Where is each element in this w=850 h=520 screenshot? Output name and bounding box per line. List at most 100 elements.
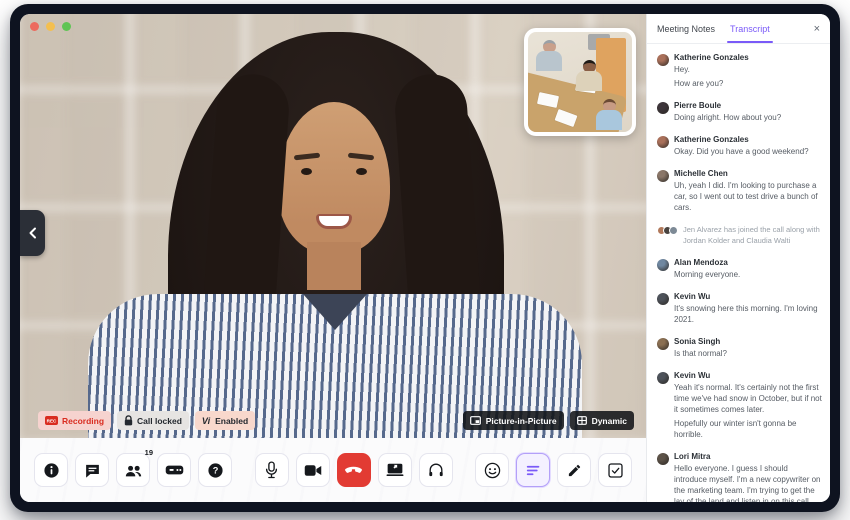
rec-icon: REC [45,416,58,425]
message-text: Uh, yeah I did. I'm looking to purchase … [674,180,822,213]
transcript-message: Sonia SinghIs that normal? [657,337,822,362]
badge-label: Enabled [215,416,248,426]
badge-label: Call locked [137,416,182,426]
dynamic-layout-button[interactable]: Dynamic [570,411,634,430]
tasks-icon [608,463,623,478]
avatar [657,54,669,66]
message-body: Jen Alvarez has joined the call along wi… [683,225,822,249]
mic-icon [264,461,279,479]
remote-icon [165,464,184,476]
message-body: Kevin Wu It's snowing here this morning. … [674,292,822,328]
screen-share-button[interactable] [378,453,412,487]
transcript-messages[interactable]: Katherine Gonzales Hey. How are you? Pierre… [647,44,830,502]
message-text: Doing alright. How about you? [674,112,822,123]
speaker-name: Katherine Gonzales [674,135,822,144]
app-window: REC Recording Call locked Vi Enabled [10,4,840,512]
collapse-panel-tab[interactable] [20,210,45,256]
camera-icon [304,464,322,477]
tasks-button[interactable] [598,453,632,487]
avatar [657,338,669,350]
main-video: REC Recording Call locked Vi Enabled [20,14,646,438]
edit-button[interactable] [557,453,591,487]
participants-button[interactable]: 19 [116,453,150,487]
info-button[interactable] [34,453,68,487]
message-text: How are you? [674,78,822,89]
emoji-button[interactable] [475,453,509,487]
speaker-name: Lori Mitra [674,452,822,461]
vi-logo: Vi [202,416,210,426]
remote-control-button[interactable] [157,453,191,487]
hangup-button[interactable] [337,453,371,487]
info-icon [43,462,60,479]
lock-icon [124,415,133,426]
tab-meeting-notes[interactable]: Meeting Notes [657,14,715,43]
view-controls: Picture-in-Picture Dynamic [463,411,634,430]
vi-enabled-badge: Vi Enabled [195,411,255,430]
window-controls [30,22,71,31]
message-body: Kevin WuYeah it's normal. It's certainly… [674,371,822,443]
recording-badge: REC Recording [38,411,111,430]
message-body: Alan MendozaMorning everyone. [674,258,822,283]
message-body: Sonia SinghIs that normal? [674,337,822,362]
close-window-button[interactable] [30,22,39,31]
help-button[interactable]: ? [198,453,232,487]
close-panel-button[interactable]: × [814,14,820,43]
picture-in-picture-button[interactable]: Picture-in-Picture [463,411,564,430]
camera-button[interactable] [296,453,330,487]
close-icon: × [814,23,820,35]
speaker-name: Kevin Wu [674,371,822,380]
view-button-label: Picture-in-Picture [486,416,557,426]
pip-participant [576,60,602,91]
transcript-message: Katherine Gonzales Hey. How are you? [657,53,822,92]
panel-tabs: Meeting Notes Transcript × [647,14,830,44]
avatar [669,226,678,235]
transcript-icon [526,465,541,476]
pip-thumbnail[interactable] [524,28,636,136]
edit-icon [567,463,582,478]
transcript-message: Michelle ChenUh, yeah I did. I'm looking… [657,169,822,216]
chat-button[interactable] [75,453,109,487]
badge-label: Recording [62,416,104,426]
call-column: REC Recording Call locked Vi Enabled [20,14,646,502]
minimize-window-button[interactable] [46,22,55,31]
participants-count: 19 [145,448,153,457]
speaker-name: Alan Mendoza [674,258,822,267]
microphone-button[interactable] [255,453,289,487]
transcript-message: Katherine GonzalesOkay. Did you have a g… [657,135,822,160]
svg-text:REC: REC [47,419,57,424]
maximize-window-button[interactable] [62,22,71,31]
hangup-icon [344,466,363,475]
speaker-neck [307,242,361,290]
toolbar-left-group: 19 ? [34,453,232,487]
screen-share-icon [386,463,404,477]
speaker-name: Pierre Boule [674,101,822,110]
message-body: Lori MitraHello everyone. I guess I shou… [674,452,822,502]
tab-transcript[interactable]: Transcript [730,14,770,43]
view-button-label: Dynamic [592,416,627,426]
message-body: Katherine Gonzales Hey. How are you? [674,53,822,92]
message-text: It's snowing here this morning. I'm lovi… [674,303,822,325]
svg-text:?: ? [212,465,218,475]
headphones-icon [428,462,444,478]
help-icon: ? [207,462,224,479]
transcript-button[interactable] [516,453,550,487]
grid-icon [577,416,587,425]
message-body: Michelle ChenUh, yeah I did. I'm looking… [674,169,822,216]
message-body: Pierre Boule Doing alright. How about you… [674,101,822,126]
transcript-system-message: Jen Alvarez has joined the call along wi… [657,225,822,249]
speaker-name: Kevin Wu [674,292,822,301]
toolbar-right-group [475,453,632,487]
avatar [657,136,669,148]
message-text: Hey. [674,64,822,75]
audio-settings-button[interactable] [419,453,453,487]
speaker-name: Sonia Singh [674,337,822,346]
side-panel: Meeting Notes Transcript × Katherine Gon… [646,14,830,502]
transcript-message: Alan MendozaMorning everyone. [657,258,822,283]
transcript-message: Pierre Boule Doing alright. How about you… [657,101,822,126]
speaker-name: Katherine Gonzales [674,53,822,62]
avatar [657,259,669,271]
avatar [657,372,669,384]
pip-icon [470,416,481,425]
participants-icon [124,463,143,478]
message-text: Jen Alvarez has joined the call along wi… [683,225,822,246]
